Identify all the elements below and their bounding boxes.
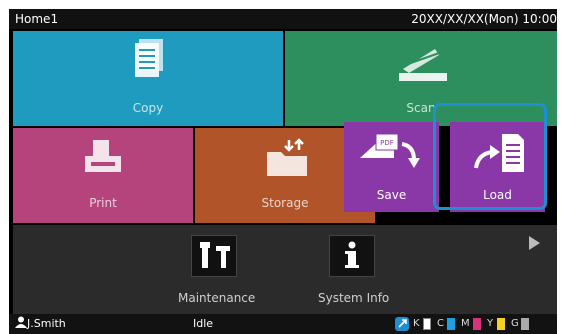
user-icon bbox=[15, 316, 27, 328]
copy-label: Copy bbox=[132, 101, 164, 115]
ink-y-level bbox=[497, 318, 505, 330]
title-bar: Home1 20XX/XX/XX(Mon) 10:00 bbox=[9, 9, 557, 29]
save-tile[interactable]: PDF Save bbox=[344, 122, 439, 212]
ink-m-label: M bbox=[461, 318, 470, 329]
maintenance-tools-icon bbox=[200, 242, 230, 268]
ink-g-label: G bbox=[511, 318, 519, 329]
print-tile[interactable]: Print bbox=[13, 128, 193, 223]
ink-status-icon bbox=[395, 317, 409, 331]
ink-c-level bbox=[447, 318, 455, 330]
printer-icon bbox=[85, 140, 121, 172]
load-highlight-frame bbox=[433, 103, 547, 210]
ink-k-level bbox=[423, 318, 431, 330]
datetime: 20XX/XX/XX(Mon) 10:00 bbox=[411, 12, 557, 26]
print-label: Print bbox=[89, 196, 117, 210]
maintenance-label: Maintenance bbox=[178, 291, 256, 305]
scanner-icon bbox=[399, 49, 447, 81]
machine-status: Idle bbox=[193, 317, 214, 330]
ink-y-label: Y bbox=[487, 318, 494, 329]
status-bar: J.Smith Idle K C M Y G bbox=[9, 314, 557, 334]
home-title: Home1 bbox=[15, 12, 59, 26]
storage-folder-icon bbox=[267, 138, 307, 176]
copy-icon bbox=[135, 39, 163, 77]
user-name: J.Smith bbox=[27, 317, 66, 330]
save-pdf-icon: PDF bbox=[360, 134, 420, 168]
ink-c-label: C bbox=[437, 318, 444, 329]
ink-g-level bbox=[521, 318, 529, 330]
next-page-arrow-icon[interactable] bbox=[529, 236, 540, 250]
system-info-button[interactable] bbox=[329, 235, 375, 277]
system-info-label: System Info bbox=[318, 291, 390, 305]
user-indicator[interactable]: J.Smith bbox=[15, 314, 66, 334]
ink-k-label: K bbox=[413, 318, 420, 329]
ink-m-level bbox=[473, 318, 481, 330]
svg-text:PDF: PDF bbox=[380, 139, 394, 147]
maintenance-button[interactable] bbox=[191, 235, 237, 277]
info-icon bbox=[345, 241, 359, 268]
tools-area bbox=[13, 225, 557, 315]
save-label: Save bbox=[376, 188, 407, 202]
copy-tile[interactable]: Copy bbox=[13, 31, 283, 126]
